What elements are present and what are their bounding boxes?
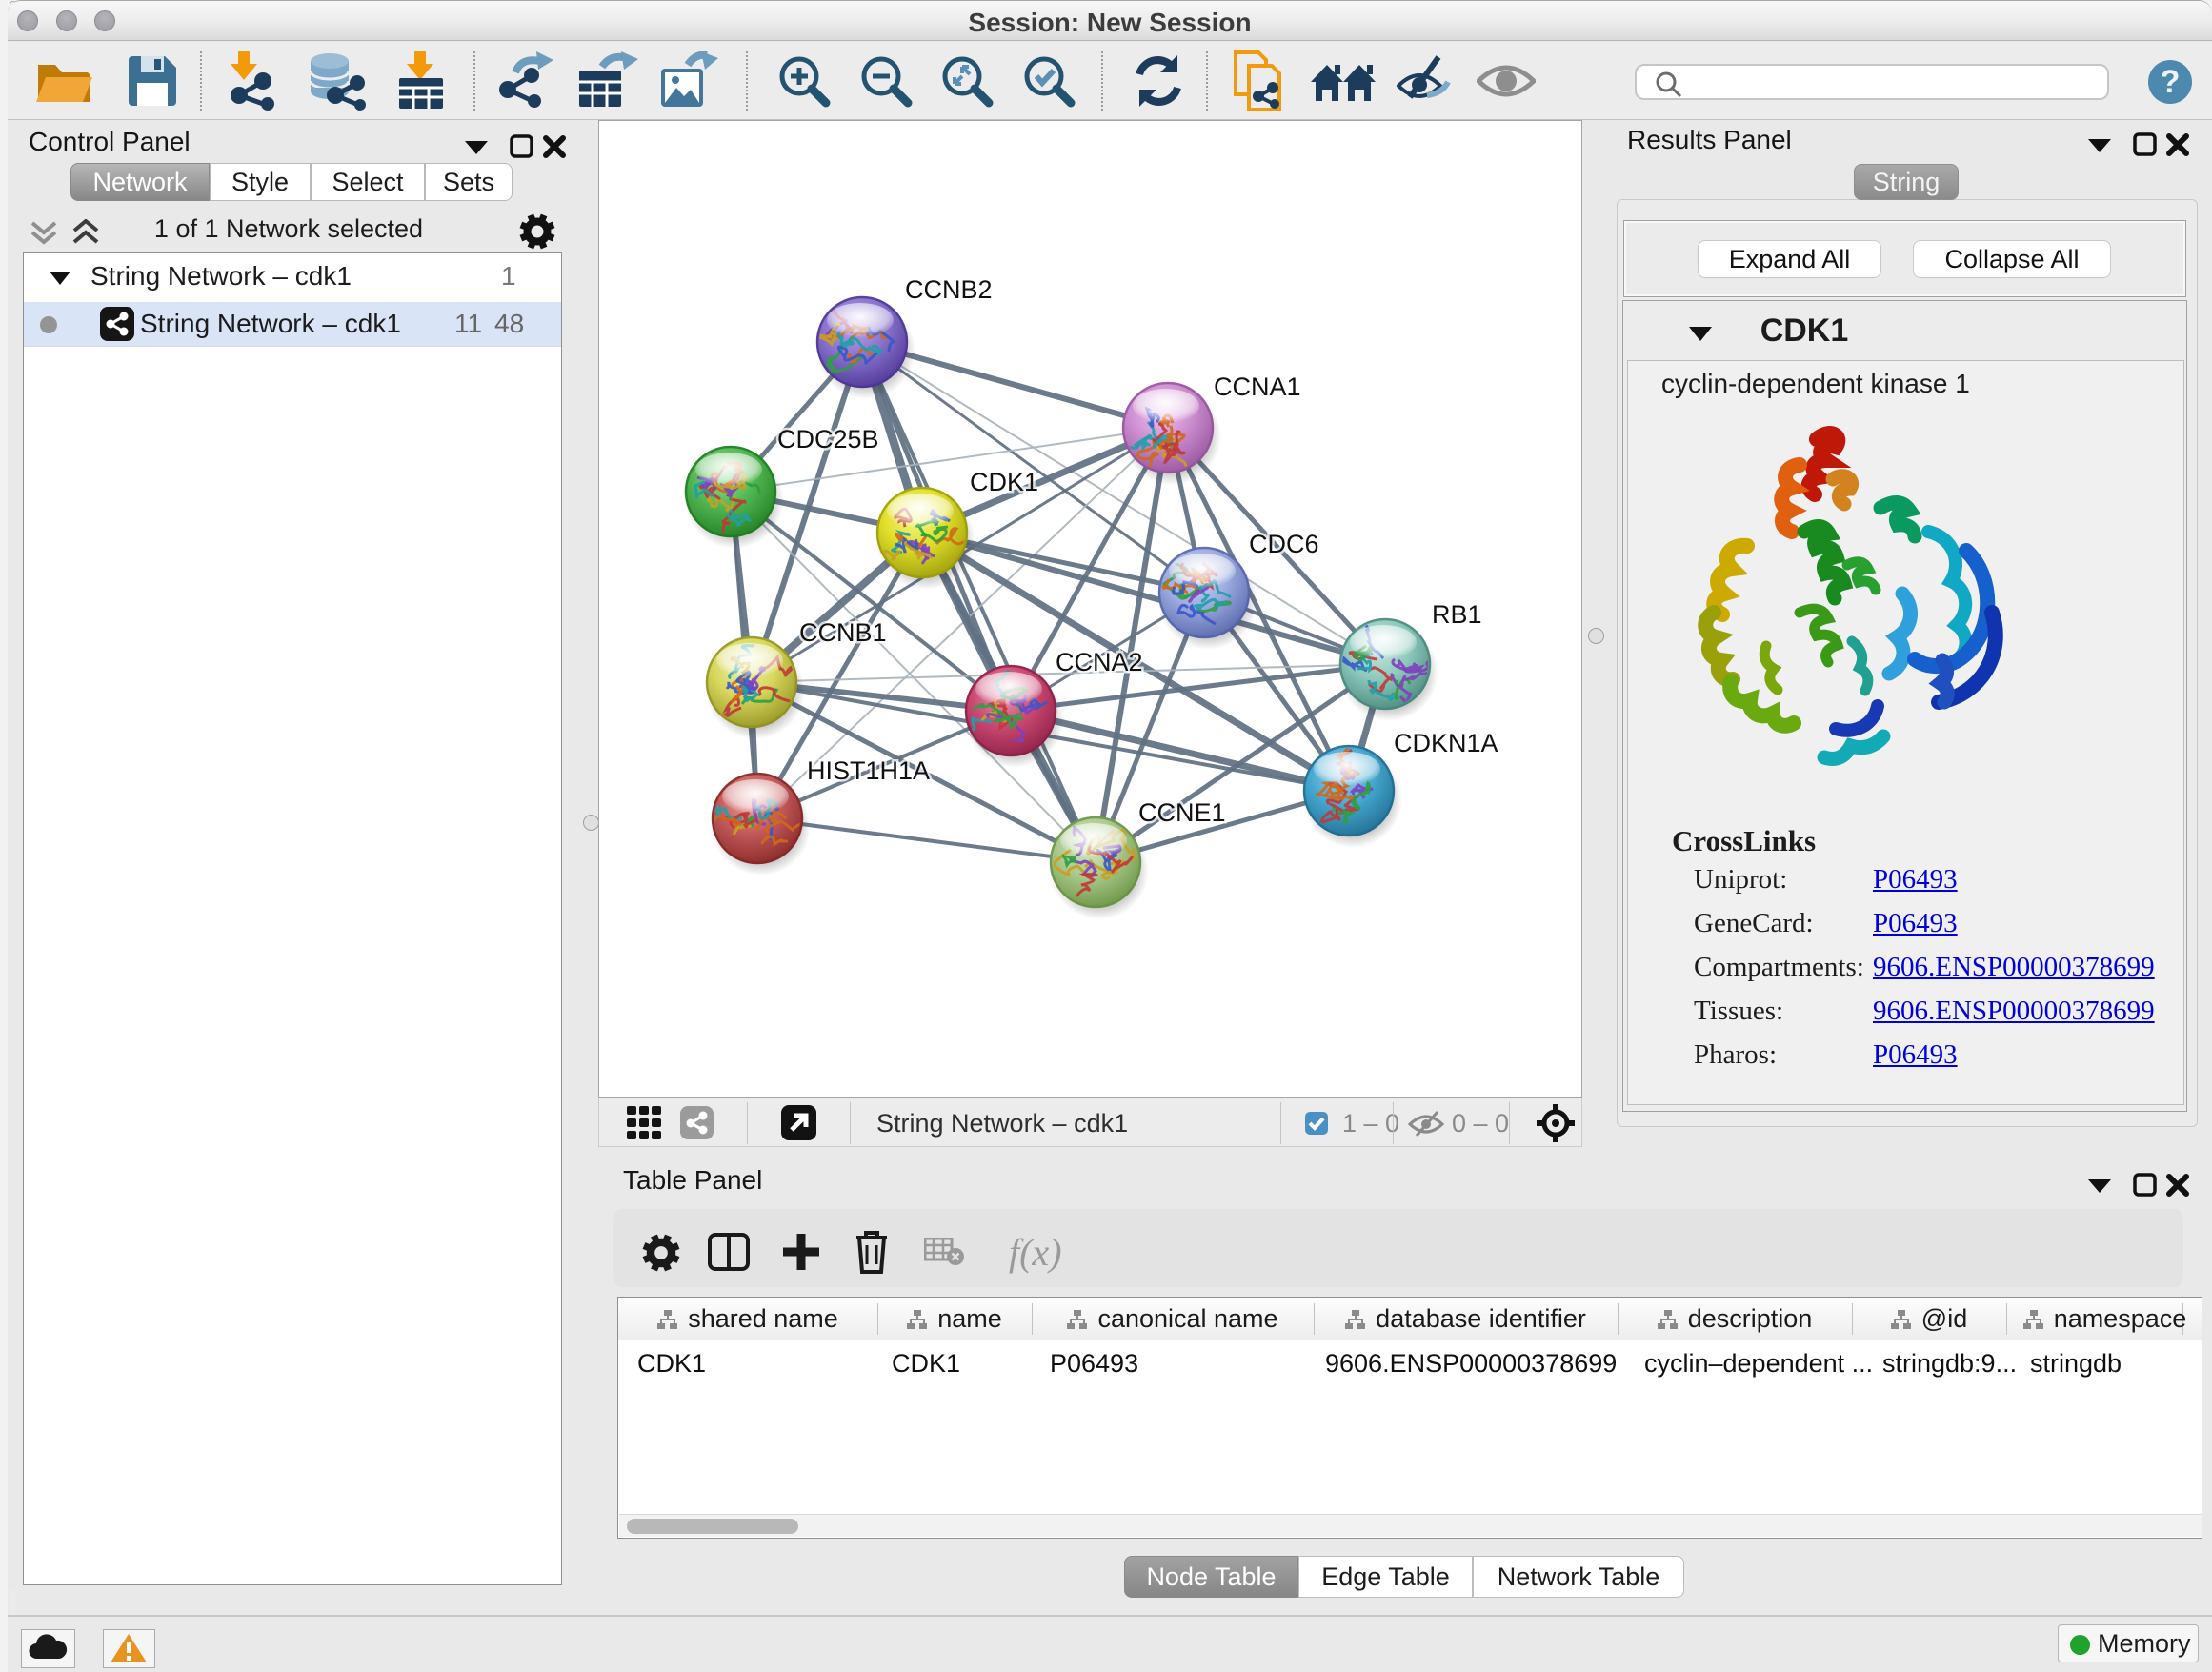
svg-text:CDK1: CDK1: [970, 468, 1038, 496]
svg-text:CCNB2: CCNB2: [905, 275, 993, 304]
svg-text:CCNA2: CCNA2: [1056, 648, 1143, 676]
svg-text:CDKN1A: CDKN1A: [1394, 729, 1498, 757]
svg-text:RB1: RB1: [1432, 600, 1482, 629]
svg-text:HIST1H1A: HIST1H1A: [807, 756, 930, 785]
svg-text:CCNA1: CCNA1: [1214, 373, 1301, 401]
svg-text:CDC6: CDC6: [1249, 530, 1319, 558]
svg-text:CCNB1: CCNB1: [799, 618, 887, 647]
svg-text:CCNE1: CCNE1: [1138, 798, 1226, 827]
svg-text:CDC25B: CDC25B: [777, 425, 879, 453]
